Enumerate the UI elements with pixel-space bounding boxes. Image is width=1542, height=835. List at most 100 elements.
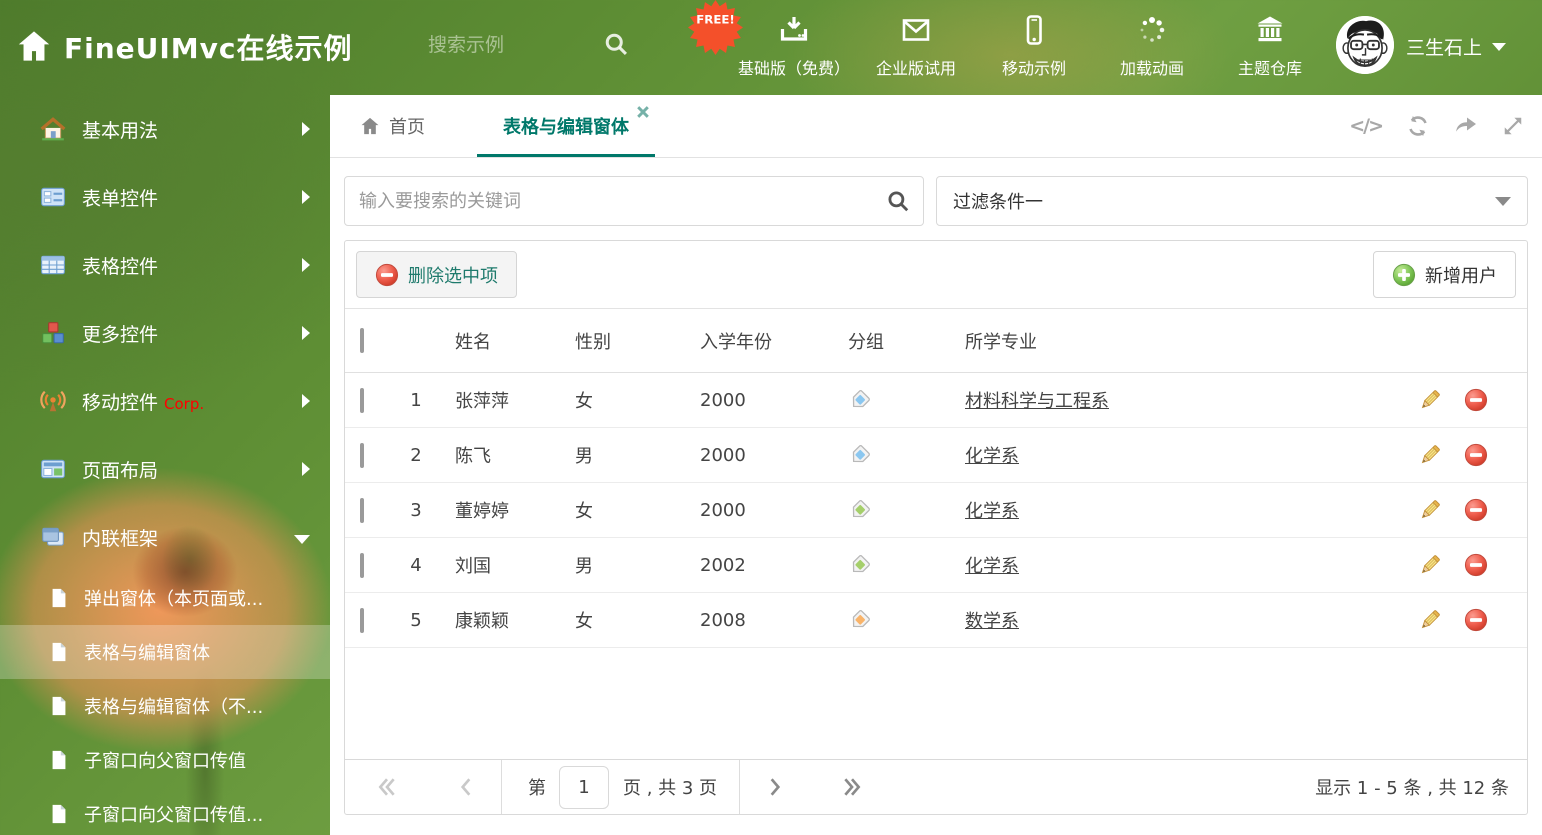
cell-gender: 男	[575, 446, 593, 467]
chevron-icon	[302, 258, 310, 272]
source-code-icon[interactable]: </>	[1349, 115, 1384, 137]
free-badge[interactable]: FREE!	[688, 0, 743, 55]
sidebar-item[interactable]: 移动控件 Corp.	[0, 367, 330, 435]
tab-home[interactable]: 首页	[360, 113, 425, 139]
sidebar-item[interactable]: 表单控件	[0, 163, 330, 231]
cell-gender: 女	[575, 611, 593, 632]
column-header-year[interactable]: 入学年份	[686, 328, 836, 354]
file-icon	[48, 695, 70, 717]
home-tab-icon	[361, 117, 379, 135]
file-icon	[48, 749, 70, 771]
main-content: 首页 表格与编辑窗体 </> 输入要搜索的关键词 过滤条件一 删除选中项 新增用…	[330, 95, 1542, 835]
layout-icon	[40, 456, 66, 482]
file-icon	[48, 587, 70, 609]
delete-row-icon[interactable]	[1453, 553, 1499, 577]
green-tag-icon	[836, 498, 951, 522]
sidebar-subitem[interactable]: 子窗口向父窗口传值...	[0, 787, 330, 835]
delete-row-icon[interactable]	[1453, 498, 1499, 522]
cell-name: 陈飞	[455, 446, 491, 467]
sidebar-subitem[interactable]: 子窗口向父窗口传值	[0, 733, 330, 787]
table-row: 2 陈飞 男 2000 化学系	[345, 428, 1527, 483]
refresh-icon[interactable]	[1406, 114, 1430, 138]
cell-name: 董婷婷	[455, 501, 509, 522]
tab-close-icon[interactable]	[637, 106, 649, 118]
row-checkbox[interactable]	[360, 607, 364, 633]
sidebar-item[interactable]: 页面布局	[0, 435, 330, 503]
topbar-nav-item[interactable]: 移动示例	[982, 14, 1086, 79]
topbar-nav-item[interactable]: 基础版（免费）	[738, 14, 850, 79]
edit-pencil-icon[interactable]	[1407, 553, 1453, 577]
blue-tag-icon	[836, 443, 951, 467]
green-tag-icon	[836, 553, 951, 577]
delete-row-icon[interactable]	[1453, 443, 1499, 467]
mobile-icon	[1018, 14, 1050, 46]
tab-bar: 首页 表格与编辑窗体 </>	[330, 95, 1542, 158]
download-icon	[778, 14, 810, 46]
row-checkbox[interactable]	[360, 387, 364, 413]
select-all-checkbox[interactable]	[360, 328, 364, 353]
row-checkbox[interactable]	[360, 442, 364, 468]
row-number: 1	[410, 389, 422, 411]
antenna-icon	[40, 388, 66, 414]
sidebar-subitem[interactable]: 表格与编辑窗体（不...	[0, 679, 330, 733]
delete-row-icon[interactable]	[1453, 608, 1499, 632]
sidebar-item[interactable]: 更多控件	[0, 299, 330, 367]
share-icon[interactable]	[1454, 114, 1478, 138]
row-number: 2	[410, 444, 422, 466]
row-number: 4	[410, 554, 422, 576]
search-icon[interactable]	[885, 188, 911, 214]
edit-pencil-icon[interactable]	[1407, 388, 1453, 412]
avatar[interactable]	[1336, 16, 1394, 74]
user-name: 三生石上	[1406, 37, 1483, 59]
home-logo-icon[interactable]	[16, 28, 52, 64]
expand-icon[interactable]	[1502, 115, 1524, 137]
topbar-search-input[interactable]	[428, 28, 588, 64]
app-title[interactable]: FineUIMvc在线示例	[64, 27, 353, 67]
cell-gender: 女	[575, 501, 593, 522]
spinner-icon	[1136, 14, 1168, 46]
column-header-major[interactable]: 所学专业	[951, 328, 1407, 354]
prev-page-button[interactable]	[459, 777, 473, 797]
sidebar-item[interactable]: 内联框架	[0, 503, 330, 571]
envelope-icon	[900, 14, 932, 46]
delete-row-icon[interactable]	[1453, 388, 1499, 412]
topbar-search-icon[interactable]	[602, 30, 630, 58]
grid-panel: 删除选中项 新增用户 姓名 性别 入学年份 分组 所学专业 1 张萍萍 女 20…	[344, 240, 1528, 815]
edit-pencil-icon[interactable]	[1407, 608, 1453, 632]
major-link[interactable]: 化学系	[965, 446, 1019, 467]
sidebar-subitem[interactable]: 弹出窗体（本页面或...	[0, 571, 330, 625]
next-page-button[interactable]	[768, 777, 782, 797]
chevron-down-icon	[1495, 196, 1511, 206]
add-user-button[interactable]: 新增用户	[1373, 251, 1516, 298]
grid-toolbar: 删除选中项 新增用户	[345, 241, 1527, 309]
major-link[interactable]: 化学系	[965, 556, 1019, 577]
sidebar-subitem[interactable]: 表格与编辑窗体	[0, 625, 330, 679]
form-icon	[40, 184, 66, 210]
sidebar-item[interactable]: 表格控件	[0, 231, 330, 299]
row-checkbox[interactable]	[360, 552, 364, 578]
edit-pencil-icon[interactable]	[1407, 443, 1453, 467]
user-menu[interactable]: 三生石上	[1406, 33, 1507, 60]
major-link[interactable]: 数学系	[965, 611, 1019, 632]
filter-dropdown[interactable]: 过滤条件一	[936, 176, 1528, 226]
row-number: 5	[410, 609, 422, 631]
topbar-nav-item[interactable]: 企业版试用	[864, 14, 968, 79]
major-link[interactable]: 化学系	[965, 501, 1019, 522]
topbar-nav-item[interactable]: 主题仓库	[1218, 14, 1322, 79]
sidebar-item[interactable]: 基本用法	[0, 95, 330, 163]
first-page-button[interactable]	[377, 777, 397, 797]
tab-active[interactable]: 表格与编辑窗体	[477, 95, 655, 157]
delete-selected-button[interactable]: 删除选中项	[356, 251, 517, 298]
column-header-name[interactable]: 姓名	[441, 328, 561, 354]
page-number-input[interactable]	[559, 765, 609, 809]
column-header-group[interactable]: 分组	[836, 328, 951, 354]
last-page-button[interactable]	[842, 777, 862, 797]
cell-gender: 女	[575, 391, 593, 412]
major-link[interactable]: 材料科学与工程系	[965, 391, 1109, 412]
column-header-gender[interactable]: 性别	[561, 328, 686, 354]
plus-circle-icon	[1392, 263, 1416, 286]
edit-pencil-icon[interactable]	[1407, 498, 1453, 522]
topbar-nav-item[interactable]: 加载动画	[1100, 14, 1204, 79]
grid-search-input[interactable]	[344, 176, 924, 226]
row-checkbox[interactable]	[360, 497, 364, 523]
